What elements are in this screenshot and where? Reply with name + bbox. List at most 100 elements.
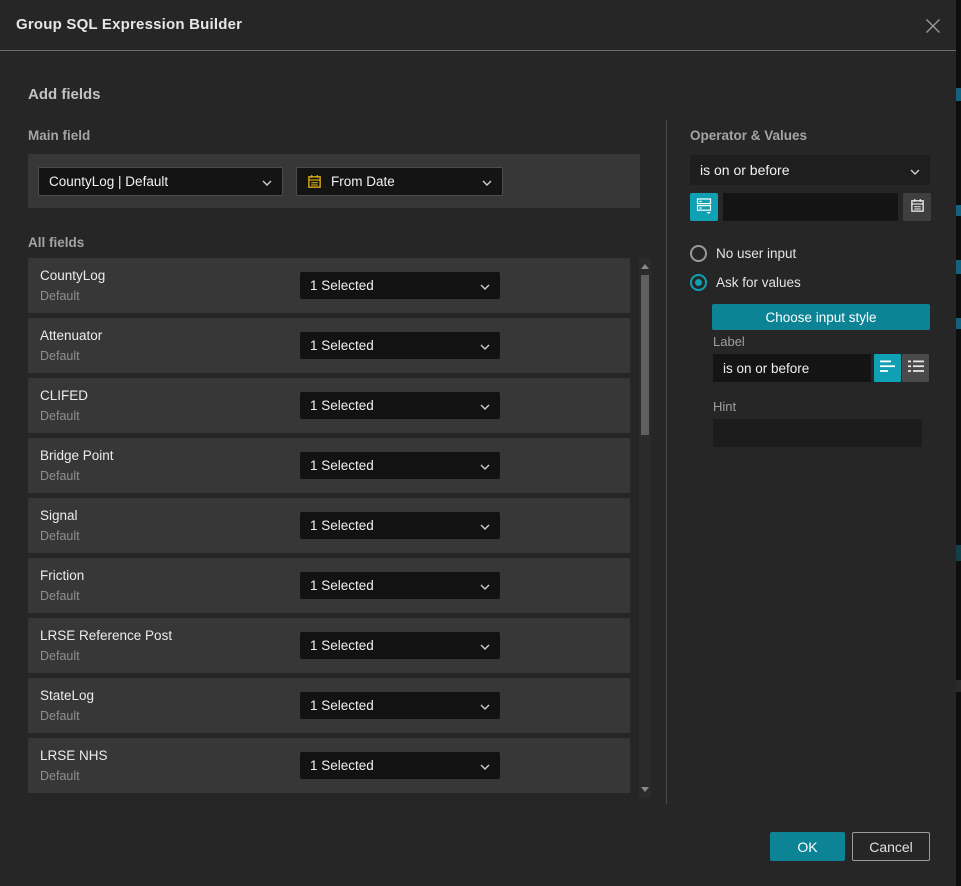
field-name: CLIFED [40, 388, 88, 403]
field-selected-dropdown[interactable]: 1 Selected [300, 632, 500, 659]
chevron-down-icon [480, 398, 490, 413]
field-selected-dropdown[interactable]: 1 Selected [300, 332, 500, 359]
field-row: LRSE Reference Post Default 1 Selected [28, 618, 630, 673]
chevron-down-icon [480, 638, 490, 653]
field-selected-dropdown[interactable]: 1 Selected [300, 392, 500, 419]
hint-input[interactable] [713, 419, 922, 447]
field-selected-value: 1 Selected [310, 458, 472, 473]
label-style-list-toggle[interactable] [902, 354, 929, 382]
field-selected-value: 1 Selected [310, 698, 472, 713]
field-selected-value: 1 Selected [310, 278, 472, 293]
dialog-title: Group SQL Expression Builder [16, 16, 242, 33]
field-sublabel: Default [40, 289, 80, 303]
add-fields-heading: Add fields [28, 86, 101, 103]
field-sublabel: Default [40, 349, 80, 363]
field-name: LRSE Reference Post [40, 628, 172, 643]
label-input[interactable] [713, 354, 871, 382]
field-row: LRSE NHS Default 1 Selected [28, 738, 630, 793]
chevron-down-icon [480, 458, 490, 473]
all-fields-label: All fields [28, 235, 84, 250]
operator-select[interactable]: is on or before [690, 155, 930, 185]
field-row: Signal Default 1 Selected [28, 498, 630, 553]
ok-button[interactable]: OK [770, 832, 845, 861]
scroll-up-arrow-icon[interactable] [641, 264, 649, 269]
main-field-layer-select[interactable]: CountyLog | Default [38, 167, 283, 196]
label-style-align-left-toggle[interactable] [874, 354, 901, 382]
field-name: Bridge Point [40, 448, 114, 463]
chevron-down-icon [480, 278, 490, 293]
field-sublabel: Default [40, 769, 80, 783]
radio-circle-icon [690, 245, 707, 262]
background-fragment [956, 318, 961, 329]
layer-select-value: CountyLog | Default [49, 174, 254, 189]
operator-select-value: is on or before [700, 162, 902, 178]
field-row: Friction Default 1 Selected [28, 558, 630, 613]
field-sublabel: Default [40, 589, 80, 603]
field-sublabel: Default [40, 469, 80, 483]
date-picker-button[interactable] [903, 193, 931, 221]
field-row: Attenuator Default 1 Selected [28, 318, 630, 373]
field-selected-dropdown[interactable]: 1 Selected [300, 572, 500, 599]
background-fragment [956, 680, 961, 692]
field-sublabel: Default [40, 709, 80, 723]
unique-values-icon [696, 197, 712, 217]
choose-input-style-button[interactable]: Choose input style [712, 304, 930, 330]
field-selected-dropdown[interactable]: 1 Selected [300, 512, 500, 539]
field-selected-value: 1 Selected [310, 638, 472, 653]
radio-ask-for-values-label: Ask for values [716, 275, 801, 290]
all-fields-list: CountyLog Default 1 Selected Attenuator … [28, 258, 630, 793]
field-selected-dropdown[interactable]: 1 Selected [300, 272, 500, 299]
panel-divider [666, 120, 667, 804]
field-row: StateLog Default 1 Selected [28, 678, 630, 733]
field-row: CLIFED Default 1 Selected [28, 378, 630, 433]
background-app-strip [956, 0, 961, 886]
background-fragment [956, 205, 961, 216]
main-field-row: CountyLog | Default From Date [28, 154, 640, 208]
main-field-date-select[interactable]: From Date [296, 167, 503, 196]
align-left-icon [880, 360, 896, 376]
field-selected-dropdown[interactable]: 1 Selected [300, 752, 500, 779]
background-fragment [956, 88, 961, 101]
chevron-down-icon [910, 162, 920, 178]
bulleted-list-icon [908, 360, 924, 376]
field-selected-value: 1 Selected [310, 578, 472, 593]
calendar-icon [910, 198, 925, 216]
field-selected-value: 1 Selected [310, 758, 472, 773]
chevron-down-icon [262, 174, 272, 189]
scroll-down-arrow-icon[interactable] [641, 787, 649, 792]
background-fragment [956, 545, 961, 561]
cancel-button[interactable]: Cancel [852, 832, 930, 861]
chevron-down-icon [480, 338, 490, 353]
field-name: CountyLog [40, 268, 105, 283]
field-sublabel: Default [40, 409, 80, 423]
chevron-down-icon [480, 698, 490, 713]
background-fragment [956, 260, 961, 274]
field-name: Signal [40, 508, 78, 523]
field-sublabel: Default [40, 649, 80, 663]
field-name: LRSE NHS [40, 748, 108, 763]
field-selected-value: 1 Selected [310, 398, 472, 413]
radio-circle-icon [690, 274, 707, 291]
value-input-type-button[interactable] [690, 193, 718, 221]
field-sublabel: Default [40, 529, 80, 543]
radio-no-user-input-label: No user input [716, 246, 796, 261]
value-input[interactable] [723, 193, 898, 221]
group-sql-expression-builder-dialog: Group SQL Expression Builder Add fields … [0, 0, 956, 886]
chevron-down-icon [480, 518, 490, 533]
field-name: StateLog [40, 688, 94, 703]
radio-no-user-input[interactable]: No user input [690, 245, 796, 262]
calendar-icon [307, 174, 322, 189]
field-selected-value: 1 Selected [310, 338, 472, 353]
field-selected-dropdown[interactable]: 1 Selected [300, 452, 500, 479]
field-selected-value: 1 Selected [310, 518, 472, 533]
field-selected-dropdown[interactable]: 1 Selected [300, 692, 500, 719]
field-name: Friction [40, 568, 84, 583]
operator-values-label: Operator & Values [690, 128, 807, 143]
radio-ask-for-values[interactable]: Ask for values [690, 274, 801, 291]
list-scrollbar[interactable] [639, 258, 651, 798]
scrollbar-thumb[interactable] [641, 275, 649, 435]
chevron-down-icon [480, 758, 490, 773]
date-select-value: From Date [331, 174, 474, 189]
close-icon[interactable] [923, 16, 943, 36]
field-name: Attenuator [40, 328, 102, 343]
